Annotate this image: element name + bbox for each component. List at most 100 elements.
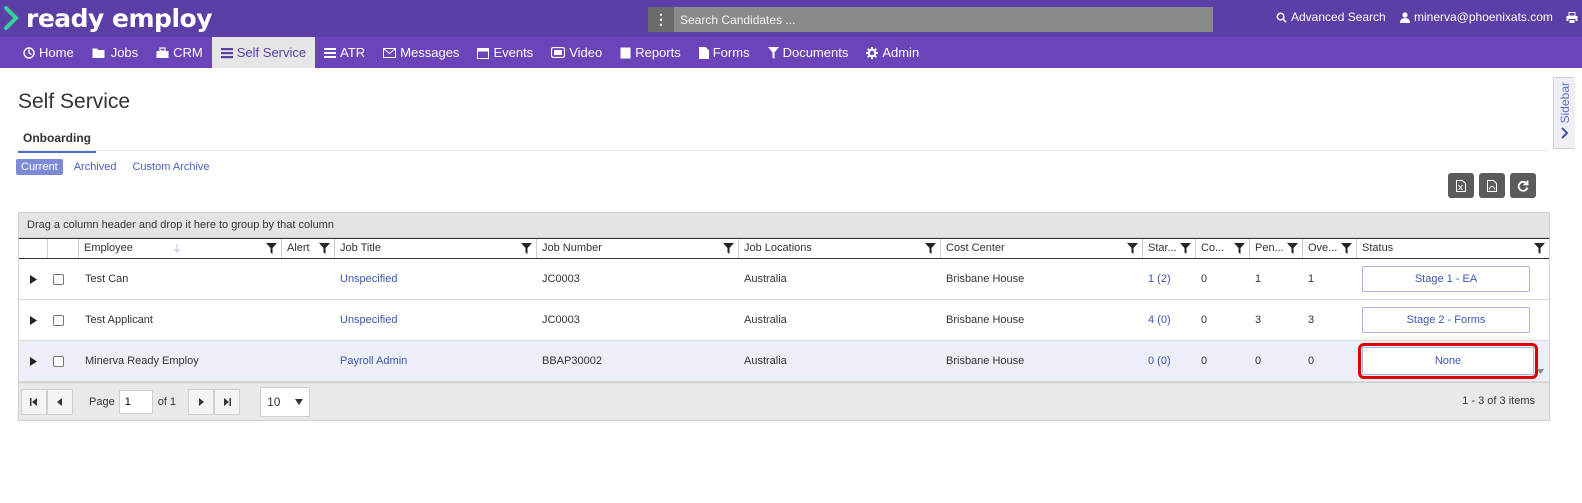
search-icon [1276, 12, 1287, 23]
header-alert[interactable]: Alert [282, 239, 335, 258]
user-menu[interactable]: minerva@phoenixats.com [1400, 10, 1553, 24]
row-checkbox-cell [48, 341, 79, 381]
filter-icon[interactable] [1534, 243, 1545, 254]
sidebar-toggle[interactable]: Sidebar [1553, 77, 1575, 149]
header-job-title[interactable]: Job Title [335, 239, 537, 258]
job-title-link[interactable]: Unspecified [335, 259, 537, 299]
nav-documents[interactable]: Documents [759, 37, 858, 68]
scroll-down-icon[interactable] [1537, 369, 1544, 374]
nav-crm[interactable]: CRM [147, 37, 212, 68]
page-title: Self Service [18, 90, 131, 113]
job-title-link[interactable]: Unspecified [335, 300, 537, 340]
row-checkbox[interactable] [53, 314, 64, 326]
page-number-input[interactable] [118, 389, 153, 414]
filter-icon[interactable] [1234, 243, 1245, 254]
advanced-search-link[interactable]: Advanced Search [1276, 10, 1386, 24]
status-button-highlighted[interactable]: None [1358, 343, 1538, 379]
table-row[interactable]: Test Can Unspecified JC0003 Australia Br… [19, 259, 1549, 300]
completed-cell: 0 [1201, 355, 1208, 367]
header-select [48, 239, 79, 258]
location-cell: Australia [744, 314, 787, 326]
grid-toolbar [1448, 173, 1536, 198]
header-status[interactable]: Status [1357, 239, 1549, 258]
filter-icon[interactable] [1180, 243, 1191, 254]
prev-page-button[interactable] [47, 388, 73, 415]
print-icon[interactable] [1566, 12, 1578, 24]
started-link[interactable]: 4 (0) [1143, 300, 1196, 340]
export-pdf-button[interactable] [1479, 173, 1505, 198]
status-button[interactable]: Stage 2 - Forms [1362, 307, 1530, 333]
cost-center-cell: Brisbane House [946, 355, 1025, 367]
table-row[interactable]: Test Applicant Unspecified JC0003 Austra… [19, 300, 1549, 341]
header-pending[interactable]: Pen... [1250, 239, 1303, 258]
nav-self-service[interactable]: Self Service [211, 37, 316, 68]
nav-atr[interactable]: ATR [315, 37, 374, 68]
top-bar: ready employ ⋮ Advanced Search minerva@p… [0, 0, 1582, 37]
overdue-cell: 0 [1308, 355, 1315, 367]
items-count: 1 - 3 of 3 items [1462, 395, 1535, 407]
header-expand [19, 239, 48, 258]
header-completed[interactable]: Co... [1196, 239, 1250, 258]
group-drop-area[interactable]: Drag a column header and drop it here to… [19, 213, 1549, 238]
filter-archived[interactable]: Archived [69, 159, 122, 175]
header-job-locations[interactable]: Job Locations [739, 239, 941, 258]
row-checkbox[interactable] [53, 355, 64, 367]
job-number-cell: BBAP30002 [542, 355, 602, 367]
filter-icon[interactable] [521, 243, 532, 254]
first-page-button[interactable] [21, 388, 47, 415]
user-email: minerva@phoenixats.com [1414, 10, 1553, 24]
expand-row-button[interactable] [19, 259, 48, 299]
refresh-button[interactable] [1510, 173, 1536, 198]
header-started[interactable]: Star... [1143, 239, 1196, 258]
nav-events[interactable]: Events [468, 37, 542, 68]
header-cost-center[interactable]: Cost Center [941, 239, 1143, 258]
page-size-select[interactable]: 10 [260, 386, 311, 417]
nav-admin[interactable]: Admin [857, 37, 928, 68]
gear-icon [866, 46, 879, 59]
logo[interactable]: ready employ [4, 2, 213, 34]
started-link[interactable]: 1 (2) [1143, 259, 1196, 299]
nav-forms[interactable]: Forms [690, 37, 759, 68]
filter-icon[interactable] [1341, 243, 1352, 254]
filter-icon[interactable] [1127, 243, 1138, 254]
location-cell: Australia [744, 273, 787, 285]
sort-arrow-icon [174, 243, 180, 253]
nav-home[interactable]: Home [14, 37, 83, 68]
next-page-button[interactable] [188, 388, 215, 415]
filter-icon[interactable] [1287, 243, 1298, 254]
vertical-dots-icon[interactable]: ⋮ [648, 7, 674, 32]
table-row[interactable]: Minerva Ready Employ Payroll Admin BBAP3… [19, 341, 1549, 382]
chevron-right-icon [1560, 127, 1568, 140]
filter-current[interactable]: Current [16, 159, 63, 175]
nav-reports[interactable]: Reports [611, 37, 690, 68]
list-icon [220, 47, 233, 58]
export-excel-button[interactable] [1448, 173, 1474, 198]
filter-icon[interactable] [925, 243, 936, 254]
cost-center-cell: Brisbane House [946, 273, 1025, 285]
caret-right-icon [30, 274, 37, 284]
status-button[interactable]: Stage 1 - EA [1362, 266, 1530, 292]
filter-icon[interactable] [723, 243, 734, 254]
nav-jobs[interactable]: Jobs [83, 37, 147, 68]
caret-right-icon [30, 315, 37, 325]
view-filters: Current Archived Custom Archive [16, 159, 215, 175]
user-icon [1400, 11, 1410, 23]
header-job-number[interactable]: Job Number [537, 239, 739, 258]
filter-custom-archive[interactable]: Custom Archive [127, 159, 214, 175]
nav-messages[interactable]: Messages [374, 37, 468, 68]
started-link[interactable]: 0 (0) [1143, 341, 1196, 381]
expand-row-button[interactable] [19, 341, 48, 381]
page-total-label: of 1 [157, 395, 177, 408]
filter-icon[interactable] [266, 243, 277, 254]
filter-icon[interactable] [319, 243, 330, 254]
job-title-link[interactable]: Payroll Admin [335, 341, 537, 381]
header-employee[interactable]: Employee [79, 239, 282, 258]
nav-video[interactable]: Video [542, 37, 611, 68]
last-page-button[interactable] [214, 388, 241, 415]
row-checkbox[interactable] [53, 273, 64, 285]
header-overdue[interactable]: Ove... [1303, 239, 1357, 258]
search-input[interactable] [674, 7, 1213, 32]
logo-text: ready employ [26, 3, 213, 33]
status-cell: Stage 1 - EA [1357, 259, 1549, 299]
expand-row-button[interactable] [19, 300, 48, 340]
